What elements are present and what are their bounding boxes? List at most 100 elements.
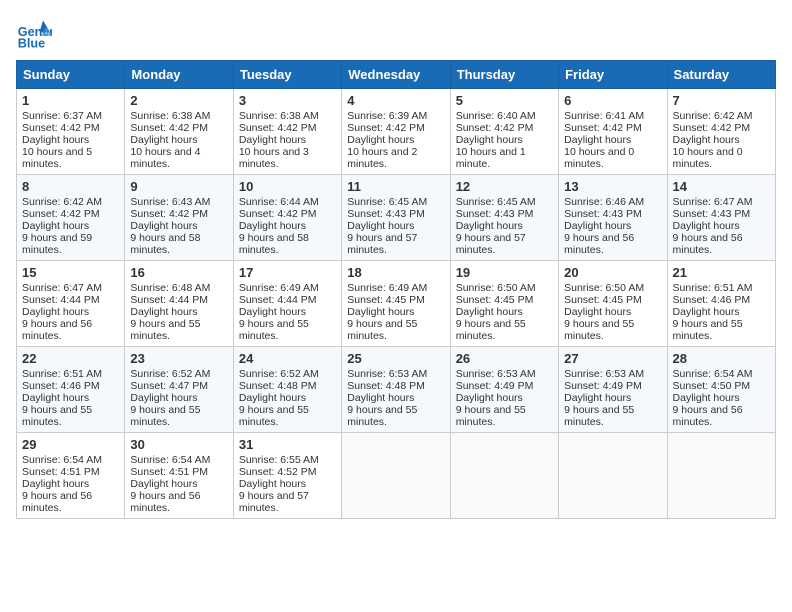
calendar-cell: 28 Sunrise: 6:54 AM Sunset: 4:50 PM Dayl… (667, 347, 775, 433)
daylight-label: Daylight hours (239, 306, 306, 318)
calendar-cell: 16 Sunrise: 6:48 AM Sunset: 4:44 PM Dayl… (125, 261, 233, 347)
logo: General Blue (16, 16, 56, 52)
day-number: 3 (239, 93, 336, 108)
day-number: 12 (456, 179, 553, 194)
sunset-label: Sunset: 4:42 PM (673, 122, 751, 134)
day-number: 9 (130, 179, 227, 194)
calendar-cell: 23 Sunrise: 6:52 AM Sunset: 4:47 PM Dayl… (125, 347, 233, 433)
daylight-label: Daylight hours (239, 134, 306, 146)
daylight-value: 9 hours and 58 minutes. (130, 232, 200, 256)
daylight-label: Daylight hours (130, 306, 197, 318)
day-number: 17 (239, 265, 336, 280)
sunset-label: Sunset: 4:44 PM (22, 294, 100, 306)
sunrise-label: Sunrise: 6:52 AM (130, 368, 210, 380)
calendar-cell: 30 Sunrise: 6:54 AM Sunset: 4:51 PM Dayl… (125, 433, 233, 519)
calendar-cell: 14 Sunrise: 6:47 AM Sunset: 4:43 PM Dayl… (667, 175, 775, 261)
daylight-label: Daylight hours (347, 134, 414, 146)
calendar-cell: 4 Sunrise: 6:39 AM Sunset: 4:42 PM Dayli… (342, 89, 450, 175)
daylight-label: Daylight hours (347, 392, 414, 404)
daylight-value: 9 hours and 55 minutes. (673, 318, 743, 342)
daylight-label: Daylight hours (22, 478, 89, 490)
daylight-value: 9 hours and 55 minutes. (347, 404, 417, 428)
calendar-cell: 2 Sunrise: 6:38 AM Sunset: 4:42 PM Dayli… (125, 89, 233, 175)
sunrise-label: Sunrise: 6:54 AM (673, 368, 753, 380)
sunset-label: Sunset: 4:45 PM (347, 294, 425, 306)
calendar-week-5: 29 Sunrise: 6:54 AM Sunset: 4:51 PM Dayl… (17, 433, 776, 519)
calendar-cell: 9 Sunrise: 6:43 AM Sunset: 4:42 PM Dayli… (125, 175, 233, 261)
daylight-label: Daylight hours (673, 220, 740, 232)
daylight-value: 10 hours and 5 minutes. (22, 146, 92, 170)
sunset-label: Sunset: 4:45 PM (564, 294, 642, 306)
daylight-label: Daylight hours (130, 134, 197, 146)
day-number: 25 (347, 351, 444, 366)
daylight-label: Daylight hours (22, 392, 89, 404)
day-number: 23 (130, 351, 227, 366)
day-number: 28 (673, 351, 770, 366)
weekday-header-tuesday: Tuesday (233, 61, 341, 89)
sunset-label: Sunset: 4:42 PM (564, 122, 642, 134)
sunset-label: Sunset: 4:43 PM (564, 208, 642, 220)
sunset-label: Sunset: 4:42 PM (347, 122, 425, 134)
calendar-cell: 6 Sunrise: 6:41 AM Sunset: 4:42 PM Dayli… (559, 89, 667, 175)
daylight-label: Daylight hours (673, 134, 740, 146)
sunrise-label: Sunrise: 6:41 AM (564, 110, 644, 122)
daylight-value: 9 hours and 59 minutes. (22, 232, 92, 256)
sunset-label: Sunset: 4:48 PM (347, 380, 425, 392)
sunset-label: Sunset: 4:42 PM (22, 208, 100, 220)
day-number: 1 (22, 93, 119, 108)
daylight-value: 9 hours and 56 minutes. (22, 318, 92, 342)
weekday-header-saturday: Saturday (667, 61, 775, 89)
sunset-label: Sunset: 4:49 PM (456, 380, 534, 392)
daylight-label: Daylight hours (239, 392, 306, 404)
daylight-label: Daylight hours (130, 220, 197, 232)
sunrise-label: Sunrise: 6:55 AM (239, 454, 319, 466)
daylight-value: 9 hours and 56 minutes. (673, 404, 743, 428)
sunrise-label: Sunrise: 6:47 AM (673, 196, 753, 208)
sunset-label: Sunset: 4:43 PM (673, 208, 751, 220)
calendar-cell: 7 Sunrise: 6:42 AM Sunset: 4:42 PM Dayli… (667, 89, 775, 175)
calendar-cell (342, 433, 450, 519)
calendar-cell: 12 Sunrise: 6:45 AM Sunset: 4:43 PM Dayl… (450, 175, 558, 261)
daylight-value: 10 hours and 4 minutes. (130, 146, 200, 170)
daylight-value: 9 hours and 56 minutes. (564, 232, 634, 256)
day-number: 31 (239, 437, 336, 452)
sunset-label: Sunset: 4:43 PM (347, 208, 425, 220)
calendar-cell: 19 Sunrise: 6:50 AM Sunset: 4:45 PM Dayl… (450, 261, 558, 347)
sunset-label: Sunset: 4:42 PM (130, 208, 208, 220)
daylight-value: 9 hours and 55 minutes. (564, 318, 634, 342)
daylight-value: 10 hours and 3 minutes. (239, 146, 309, 170)
calendar-week-2: 8 Sunrise: 6:42 AM Sunset: 4:42 PM Dayli… (17, 175, 776, 261)
daylight-value: 9 hours and 56 minutes. (130, 490, 200, 514)
sunrise-label: Sunrise: 6:52 AM (239, 368, 319, 380)
sunset-label: Sunset: 4:46 PM (22, 380, 100, 392)
daylight-label: Daylight hours (456, 220, 523, 232)
daylight-value: 9 hours and 55 minutes. (347, 318, 417, 342)
calendar-cell: 18 Sunrise: 6:49 AM Sunset: 4:45 PM Dayl… (342, 261, 450, 347)
calendar-cell: 3 Sunrise: 6:38 AM Sunset: 4:42 PM Dayli… (233, 89, 341, 175)
daylight-label: Daylight hours (22, 134, 89, 146)
sunset-label: Sunset: 4:50 PM (673, 380, 751, 392)
daylight-value: 10 hours and 1 minute. (456, 146, 526, 170)
sunrise-label: Sunrise: 6:37 AM (22, 110, 102, 122)
sunrise-label: Sunrise: 6:47 AM (22, 282, 102, 294)
daylight-label: Daylight hours (673, 306, 740, 318)
calendar-cell (559, 433, 667, 519)
daylight-value: 9 hours and 57 minutes. (456, 232, 526, 256)
sunset-label: Sunset: 4:47 PM (130, 380, 208, 392)
sunrise-label: Sunrise: 6:45 AM (347, 196, 427, 208)
sunrise-label: Sunrise: 6:38 AM (239, 110, 319, 122)
daylight-label: Daylight hours (22, 220, 89, 232)
sunset-label: Sunset: 4:42 PM (130, 122, 208, 134)
sunset-label: Sunset: 4:42 PM (456, 122, 534, 134)
day-number: 22 (22, 351, 119, 366)
daylight-value: 9 hours and 55 minutes. (239, 404, 309, 428)
sunrise-label: Sunrise: 6:39 AM (347, 110, 427, 122)
daylight-label: Daylight hours (130, 478, 197, 490)
day-number: 29 (22, 437, 119, 452)
calendar-table: SundayMondayTuesdayWednesdayThursdayFrid… (16, 60, 776, 519)
daylight-label: Daylight hours (564, 392, 631, 404)
day-number: 11 (347, 179, 444, 194)
daylight-label: Daylight hours (347, 306, 414, 318)
sunrise-label: Sunrise: 6:53 AM (456, 368, 536, 380)
svg-text:Blue: Blue (18, 37, 45, 51)
